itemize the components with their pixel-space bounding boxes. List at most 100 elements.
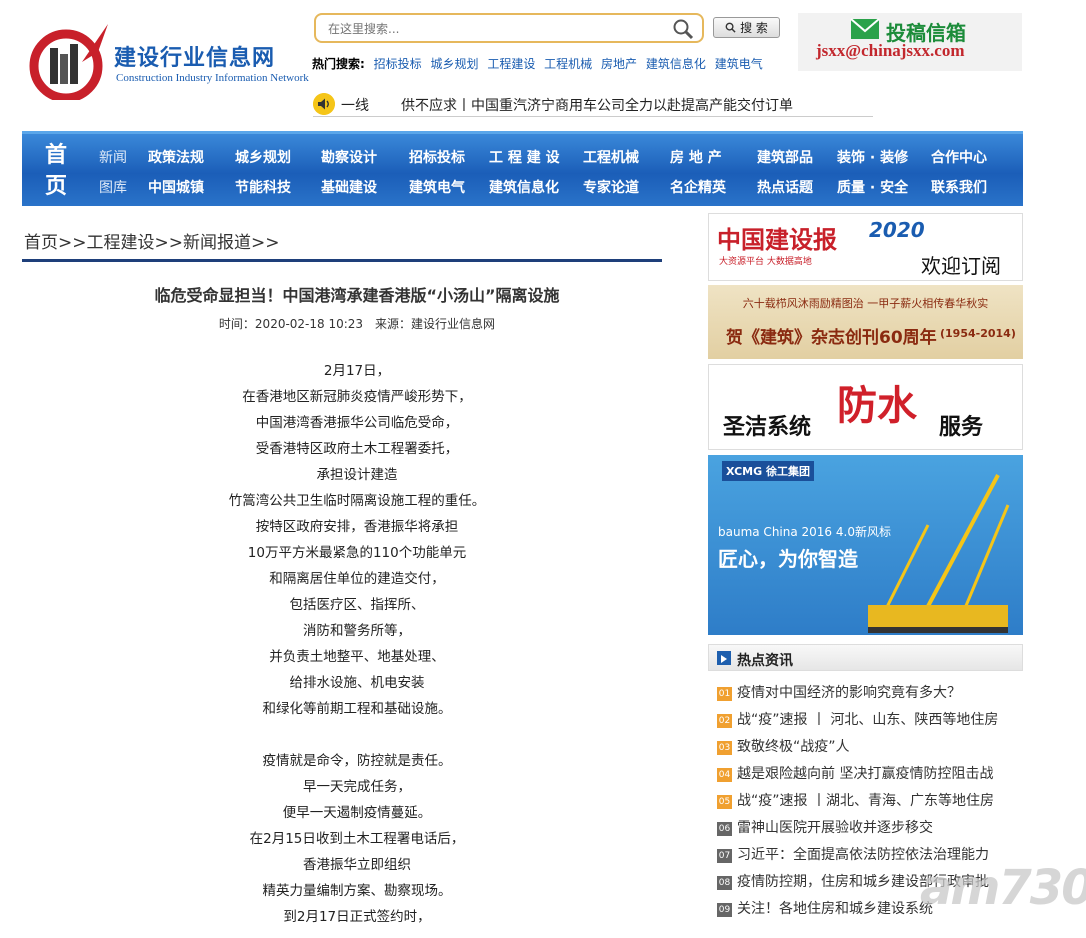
nav-item[interactable]: 招标投标 (409, 147, 465, 167)
logo-title: 建设行业信息网 (114, 46, 276, 71)
hot-search-label: 热门搜索: (312, 57, 365, 71)
hot-search-link[interactable]: 建筑信息化 (646, 57, 706, 71)
hot-search-link[interactable]: 工程机械 (544, 57, 592, 71)
article-paragraph: 给排水设施、机电安装 (289, 675, 425, 691)
site-logo[interactable]: 建设行业信息网 Construction Industry Informatio… (28, 18, 309, 100)
hot-search-link[interactable]: 建筑电气 (715, 57, 763, 71)
arrow-icon (717, 651, 731, 665)
banner-b1-left: 中国建设报 (717, 228, 837, 254)
ticker-headline[interactable]: 供不应求丨中国重汽济宁商用车公司全力以赴提高产能交付订单 (401, 95, 793, 115)
nav-item[interactable]: 热点话题 (757, 177, 813, 197)
article-paragraph: 早一天完成任务， (303, 779, 411, 795)
article-paragraph: 和隔离居住单位的建造交付， (269, 571, 445, 587)
nav-item[interactable]: 新闻 (99, 147, 127, 167)
article-paragraph: 10万平方米最紧急的110个功能单元 (247, 545, 467, 561)
hot-search-link[interactable]: 工程建设 (487, 57, 535, 71)
article-paragraph: 在香港地区新冠肺炎疫情严峻形势下， (242, 389, 472, 405)
search-input[interactable] (326, 19, 670, 39)
nav-item[interactable]: 合作中心 (931, 147, 987, 167)
banner-construction-daily[interactable]: 中国建设报 大资源平台 大数据高地 2020 欢迎订阅 (708, 213, 1023, 281)
hot-news-link[interactable]: 雷神山医院开展验收并逐步移交 (737, 815, 933, 842)
envelope-icon (850, 18, 880, 39)
hot-news-link[interactable]: 战“疫”速报 丨湖北、青海、广东等地住房 (737, 788, 994, 815)
banner-b1-sub: 大资源平台 大数据高地 (719, 257, 812, 267)
rank-badge: 01 (717, 687, 732, 701)
banner-magazine-60[interactable]: 六十载栉风沐雨励精图治 一甲子薪火相传春华秋实 贺《建筑》杂志创刊60周年 (1… (708, 285, 1023, 359)
search-button[interactable]: 搜 索 (713, 17, 780, 38)
nav-item[interactable]: 城乡规划 (235, 147, 291, 167)
nav-item[interactable]: 工 程 建 设 (489, 147, 560, 167)
rank-badge: 03 (717, 741, 732, 755)
watermark: am730 (920, 860, 1086, 916)
nav-home-char: 首 (44, 143, 67, 168)
ticker-underline (313, 116, 873, 117)
submission-mailbox[interactable]: 投稿信箱 jsxx@chinajsxx.com (798, 13, 1022, 71)
nav-item[interactable]: 建筑电气 (409, 177, 465, 197)
article-paragraph: 包括医疗区、指挥所、 (289, 597, 425, 613)
hot-news-link[interactable]: 越是艰险越向前 坚决打赢疫情防控阻击战 (737, 761, 993, 788)
nav-item[interactable]: 节能科技 (235, 177, 291, 197)
article-meta: 时间：2020-02-18 10:23 来源：建设行业信息网 (218, 317, 496, 331)
magnifier-icon[interactable] (672, 18, 694, 40)
banner-xcmg[interactable]: XCMG 徐工集团 bauma China 2016 4.0新风标 匠心，为你智… (708, 455, 1023, 635)
list-item[interactable]: 06 雷神山医院开展验收并逐步移交 (708, 815, 1023, 842)
logo-subtitle: Construction Industry Information Networ… (116, 72, 309, 84)
hot-news-link[interactable]: 疫情对中国经济的影响究竟有多大？ (737, 680, 961, 707)
nav-item[interactable]: 工程机械 (583, 147, 639, 167)
article-paragraph: 到2月17日正式签约时， (283, 909, 431, 925)
nav-home[interactable]: 首 页 (38, 140, 74, 202)
article-paragraph: 和绿化等前期工程和基础设施。 (262, 701, 452, 717)
nav-item[interactable]: 质量 · 安全 (837, 177, 908, 197)
rank-badge: 06 (717, 822, 732, 836)
banner-waterproof[interactable]: 圣洁系统 防水 服务 (708, 364, 1023, 450)
nav-home-char: 页 (44, 174, 67, 199)
nav-item[interactable]: 建筑信息化 (489, 177, 559, 197)
article-title: 临危受命显担当！中国港湾承建香港版“小汤山”隔离设施 (154, 286, 560, 305)
list-item[interactable]: 03 致敬终极“战疫”人 (708, 734, 1023, 761)
nav-item[interactable]: 名企精英 (670, 177, 726, 197)
article-paragraph: 按特区政府安排，香港振华将承担 (255, 519, 459, 535)
breadcrumb-divider (22, 259, 662, 262)
banner-b4-brand: XCMG 徐工集团 (722, 461, 814, 481)
nav-item[interactable]: 图库 (99, 177, 127, 197)
hot-search-link[interactable]: 招标投标 (374, 57, 422, 71)
rank-badge: 07 (717, 849, 732, 863)
article-body: 2月17日， 在香港地区新冠肺炎疫情严峻形势下， 中国港湾香港振华公司临危受命， 受香… (22, 358, 692, 930)
article-paragraph: 香港振华立即组织 (303, 857, 411, 873)
list-item[interactable]: 02 战“疫”速报 丨 河北、山东、陕西等地住房 (708, 707, 1023, 734)
nav-item[interactable]: 联系我们 (931, 177, 987, 197)
search-button-label: 搜 索 (740, 21, 768, 35)
nav-item[interactable]: 建筑部品 (757, 147, 813, 167)
mailbox-email[interactable]: jsxx@chinajsxx.com (816, 41, 965, 61)
hot-search-link[interactable]: 城乡规划 (430, 57, 478, 71)
banner-b4-slogan: 匠心，为你智造 (718, 547, 858, 571)
hot-news-header: 热点资讯 (708, 644, 1023, 671)
breadcrumb[interactable]: 首页>>工程建设>>新闻报道>> (24, 228, 279, 253)
hot-search-link[interactable]: 房地产 (601, 57, 637, 71)
list-item[interactable]: 04 越是艰险越向前 坚决打赢疫情防控阻击战 (708, 761, 1023, 788)
search-box (314, 13, 704, 43)
news-ticker: 一线 供不应求丨中国重汽济宁商用车公司全力以赴提高产能交付订单 (313, 93, 1013, 117)
article-paragraph: 在2月15日收到土木工程署电话后， (249, 831, 465, 847)
banner-b2-top: 六十载栉风沐雨励精图治 一甲子薪火相传春华秋实 (742, 297, 989, 310)
nav-item[interactable]: 基础建设 (321, 177, 377, 197)
nav-item[interactable]: 中国城镇 (148, 177, 204, 197)
nav-item[interactable]: 房 地 产 (670, 147, 722, 167)
hot-news-link[interactable]: 致敬终极“战疫”人 (737, 734, 850, 761)
article-paragraph: 中国港湾香港振华公司临危受命， (255, 415, 459, 431)
nav-item[interactable]: 专家论道 (583, 177, 639, 197)
rank-badge: 09 (717, 903, 732, 917)
hot-news-link[interactable]: 关注！各地住房和城乡建设系统 (737, 896, 933, 923)
article-paragraph: 疫情就是命令，防控就是责任。 (262, 753, 452, 769)
rank-badge: 04 (717, 768, 732, 782)
rank-badge: 05 (717, 795, 732, 809)
nav-item[interactable]: 政策法规 (148, 147, 204, 167)
article-paragraph: 承担设计建造 (316, 467, 398, 483)
hot-news-link[interactable]: 战“疫”速报 丨 河北、山东、陕西等地住房 (737, 707, 998, 734)
nav-item[interactable]: 勘察设计 (321, 147, 377, 167)
nav-item[interactable]: 装饰 · 装修 (837, 147, 908, 167)
list-item[interactable]: 01 疫情对中国经济的影响究竟有多大？ (708, 680, 1023, 707)
list-item[interactable]: 05 战“疫”速报 丨湖北、青海、广东等地住房 (708, 788, 1023, 815)
hot-search-bar: 热门搜索: 招标投标 城乡规划 工程建设 工程机械 房地产 建筑信息化 建筑电气 (312, 55, 763, 72)
article-paragraph: 竹篙湾公共卫生临时隔离设施工程的重任。 (228, 493, 486, 509)
